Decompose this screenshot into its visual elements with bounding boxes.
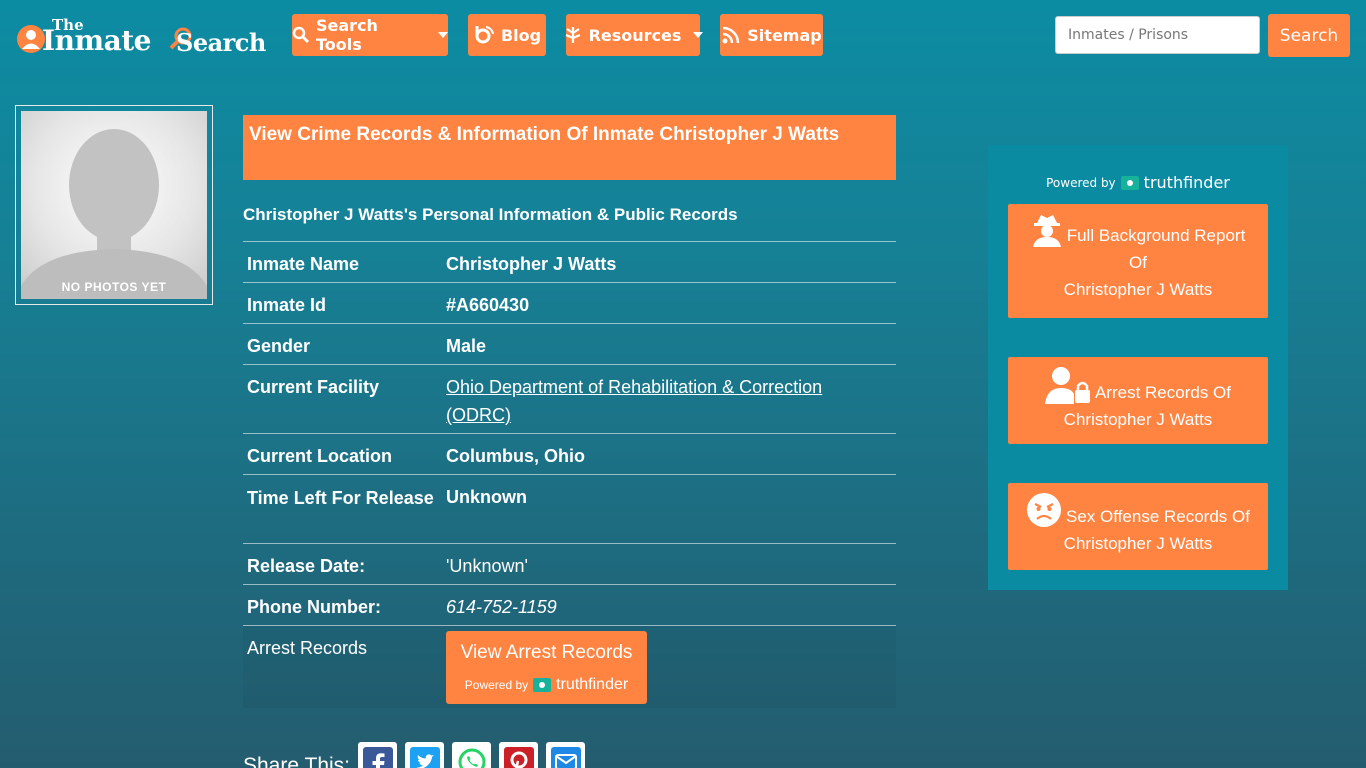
row-key: Current Location: [247, 446, 393, 466]
inmate-info-table: Inmate Name Christopher J Watts Inmate I…: [243, 241, 896, 708]
view-arrest-records-label: View Arrest Records: [460, 642, 633, 663]
truthfinder-logo-icon: [1120, 175, 1139, 190]
share-label: Share This:: [243, 754, 350, 768]
search-tools-dropdown[interactable]: Search Tools: [292, 14, 448, 56]
row-key: Current Facility: [247, 377, 380, 397]
table-row: Arrest Records View Arrest Records Power…: [243, 625, 896, 709]
powered-by-text: Powered by: [464, 678, 529, 692]
row-value: #A660430: [446, 295, 530, 315]
row-key: Gender: [247, 336, 311, 356]
sidebar-powered-by: Powered by truthfinder: [988, 173, 1288, 192]
full-background-report-button[interactable]: Full Background Report Of Christopher J …: [1008, 204, 1268, 318]
phone-number: 614-752-1159: [446, 597, 557, 617]
table-row: Gender Male: [243, 323, 896, 365]
detective-icon: [1032, 215, 1061, 247]
search-tools-label: Search Tools: [316, 16, 378, 54]
search-tools-icon: [292, 26, 310, 44]
blog-icon: [475, 26, 494, 44]
sitemap-button[interactable]: Sitemap: [720, 14, 823, 56]
photo-placeholder: NO PHOTOS YET: [21, 111, 207, 299]
twitter-icon: [409, 746, 440, 768]
row-value: Ohio Department of Rehabilitation & Corr…: [442, 365, 896, 434]
user-lock-icon: [1044, 367, 1090, 404]
powered-by: Powered by truthfinder: [446, 671, 647, 699]
twitter-share-button[interactable]: [405, 742, 444, 768]
sex-offense-line1: Sex Offense Records Of: [1066, 507, 1250, 526]
arrest-records-line1: Arrest Records Of: [1094, 383, 1232, 402]
table-row: Current Facility Ohio Department of Reha…: [243, 364, 896, 434]
truthfinder-brand: truthfinder: [556, 676, 629, 693]
row-value: Christopher J Watts: [446, 254, 617, 274]
rss-icon: [722, 26, 740, 44]
resources-label: Resources: [588, 25, 682, 45]
row-key: Time Left For Release: [247, 488, 434, 508]
share-bar: Share This:: [243, 742, 585, 768]
arrest-records-line2: Christopher J Watts: [1063, 410, 1213, 429]
pinterest-share-button[interactable]: [499, 742, 538, 768]
blog-button[interactable]: Blog: [468, 14, 546, 56]
view-arrest-records-button[interactable]: View Arrest Records Powered by truthfind…: [446, 631, 647, 704]
email-icon: [550, 746, 581, 768]
facebook-icon: [362, 746, 393, 768]
row-key: Inmate Id: [247, 295, 327, 315]
facebook-share-button[interactable]: [358, 742, 397, 768]
sidebar: Powered by truthfinder Full Background R…: [988, 145, 1288, 590]
search-button[interactable]: Search: [1268, 14, 1350, 57]
truthfinder-brand: truthfinder: [1143, 173, 1230, 192]
no-photo-label: NO PHOTOS YET: [61, 280, 167, 294]
table-row: Time Left For Release Unknown: [243, 474, 896, 544]
navbar: The Inmate Search Search Tools Blog Reso…: [0, 0, 1366, 72]
main-content: View Crime Records & Information Of Inma…: [243, 115, 896, 708]
table-row: Inmate Id #A660430: [243, 282, 896, 324]
row-value: Columbus, Ohio: [446, 446, 585, 466]
pinterest-icon: [503, 746, 534, 768]
leaf-icon: [565, 27, 581, 43]
table-row: Inmate Name Christopher J Watts: [243, 241, 896, 283]
full-report-line2: Of: [1129, 253, 1147, 272]
truthfinder-logo-icon: [533, 678, 552, 692]
angry-face-icon: [1027, 493, 1062, 527]
row-value: Unknown: [446, 487, 527, 507]
row-key: Phone Number:: [247, 597, 382, 617]
table-row: Release Date: 'Unknown': [243, 543, 896, 585]
sex-offense-records-button[interactable]: Sex Offense Records Of Christopher J Wat…: [1008, 483, 1268, 570]
whatsapp-icon: [458, 748, 485, 768]
row-key: Inmate Name: [247, 254, 360, 274]
sex-offense-line2: Christopher J Watts: [1063, 534, 1213, 553]
section-subtitle: Christopher J Watts's Personal Informati…: [243, 205, 738, 224]
powered-by-text: Powered by: [1046, 175, 1116, 190]
chevron-down-icon: [693, 32, 704, 38]
logo-inmate: Inmate: [42, 24, 151, 57]
email-share-button[interactable]: [546, 742, 585, 768]
table-row: Phone Number: 614-752-1159: [243, 584, 896, 626]
row-value: Male: [446, 336, 487, 356]
row-key: Arrest Records: [247, 638, 368, 658]
table-row: Current Location Columbus, Ohio: [243, 433, 896, 475]
whatsapp-share-button[interactable]: [452, 742, 491, 768]
site-logo[interactable]: The Inmate Search: [14, 16, 270, 58]
inmate-photo: NO PHOTOS YET: [15, 105, 213, 305]
row-value: View Arrest Records Powered by truthfind…: [442, 626, 896, 709]
logo-search: Search: [176, 28, 266, 57]
page-title: View Crime Records & Information Of Inma…: [243, 115, 896, 180]
sitemap-label: Sitemap: [747, 25, 822, 45]
row-value: 'Unknown': [446, 556, 528, 576]
full-report-line3: Christopher J Watts: [1063, 280, 1213, 299]
facility-link[interactable]: Ohio Department of Rehabilitation & Corr…: [446, 377, 822, 425]
full-report-line1: Full Background Report: [1066, 226, 1246, 245]
chevron-down-icon: [438, 32, 448, 38]
resources-dropdown[interactable]: Resources: [565, 14, 704, 56]
arrest-records-button[interactable]: Arrest Records Of Christopher J Watts: [1008, 357, 1268, 444]
blog-label: Blog: [500, 25, 542, 45]
avatar-silhouette-icon: [21, 129, 207, 299]
search-input[interactable]: [1055, 16, 1260, 54]
row-key: Release Date:: [247, 556, 366, 576]
